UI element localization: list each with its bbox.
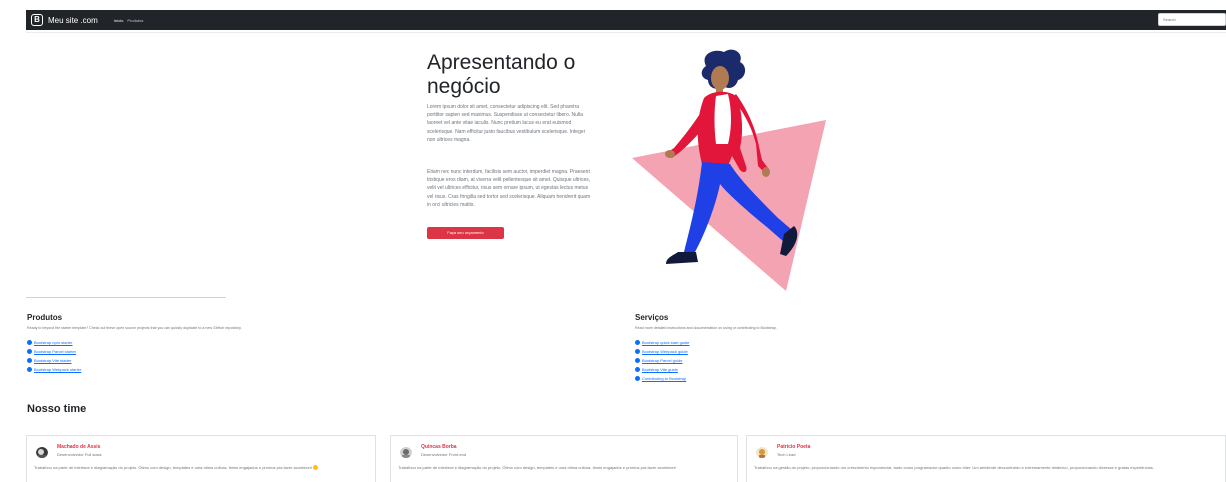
left-shoe — [666, 252, 698, 264]
avatar-photo-icon — [400, 447, 412, 458]
section-divider — [26, 297, 226, 298]
navbar: B Meu site .com Início Produtos — [26, 10, 1226, 30]
avatar-photo-icon — [36, 447, 48, 458]
services-title: Serviços — [635, 313, 669, 322]
page: B Meu site .com Início Produtos Apresent… — [0, 0, 1226, 482]
product-link[interactable]: Bootstrap Parcel starter — [34, 349, 76, 354]
list-item[interactable]: Bootstrap Vite guide — [635, 365, 689, 374]
arrow-circle-icon — [635, 367, 640, 372]
list-item[interactable]: Bootstrap Webpack starter — [27, 365, 81, 374]
avatar — [36, 446, 48, 458]
white-shirt — [714, 94, 731, 144]
products-link-list: Bootstrap npm starter Bootstrap Parcel s… — [27, 338, 81, 374]
list-item[interactable]: Contributing to Bootstrap — [635, 374, 689, 383]
arrow-circle-icon — [27, 340, 32, 345]
quote-button[interactable]: Faça seu orçamento — [427, 227, 504, 239]
list-item[interactable]: Bootstrap npm starter — [27, 338, 81, 347]
hero-paragraph-1: Lorem ipsum dolor sit amet, consectetur … — [427, 104, 586, 143]
list-item[interactable]: Bootstrap Vite starter — [27, 356, 81, 365]
brand[interactable]: B Meu site .com — [31, 14, 98, 26]
header-divider — [26, 32, 1226, 33]
team-title: Nosso time — [27, 403, 87, 415]
products-title: Produtos — [27, 313, 63, 322]
brand-name: Meu site .com — [48, 15, 98, 25]
avatar — [400, 446, 412, 458]
member-role: Tech Lead — [777, 452, 796, 457]
list-item[interactable]: Bootstrap Webpack guide — [635, 347, 689, 356]
walking-person-illustration — [632, 49, 826, 291]
avatar — [756, 446, 768, 458]
product-link[interactable]: Bootstrap Webpack starter — [34, 367, 81, 372]
list-item[interactable]: Bootstrap Parcel guide — [635, 356, 689, 365]
member-bio: Trabalhou na parte de interface e diagra… — [34, 465, 368, 471]
right-hand — [762, 167, 770, 177]
nav-links: Início Produtos — [114, 18, 148, 23]
member-name: Quincas Borba — [421, 444, 457, 450]
left-hand — [665, 150, 675, 158]
nav-link-produtos[interactable]: Produtos — [127, 18, 143, 23]
hero-paragraph-2: Etiam nec nunc interdum, facilisis sem a… — [427, 169, 591, 208]
member-bio: Trabalhou na parte de interface e diagra… — [398, 465, 677, 470]
arrow-circle-icon — [635, 349, 640, 354]
nav-link-inicio[interactable]: Início — [114, 18, 124, 23]
team-card: Quincas Borba Desenvolvedor Front-end Tr… — [390, 435, 738, 482]
search-input[interactable] — [1158, 13, 1226, 26]
arrow-circle-icon — [27, 367, 32, 372]
arrow-circle-icon — [635, 358, 640, 363]
product-link[interactable]: Bootstrap Vite starter — [34, 358, 72, 363]
service-link[interactable]: Contributing to Bootstrap — [642, 376, 686, 381]
avatar-photo-icon — [756, 447, 768, 458]
list-item[interactable]: Bootstrap Parcel starter — [27, 347, 81, 356]
products-description: Ready to beyond the starter template? Ch… — [27, 326, 242, 330]
arrow-circle-icon — [27, 349, 32, 354]
product-link[interactable]: Bootstrap npm starter — [34, 340, 72, 345]
service-link[interactable]: Bootstrap quick start guide — [642, 340, 689, 345]
member-name: Patrício Poeta — [777, 444, 811, 450]
arrow-circle-icon — [635, 376, 640, 381]
member-role: Desenvolvedor Front-end — [421, 452, 467, 457]
hero-title: Apresentando o negócio — [427, 51, 576, 98]
smile-emoji-icon — [313, 465, 319, 471]
service-link[interactable]: Bootstrap Webpack guide — [642, 349, 688, 354]
arrow-circle-icon — [27, 358, 32, 363]
service-link[interactable]: Bootstrap Parcel guide — [642, 358, 682, 363]
team-card: Patrício Poeta Tech Lead Trabalhou na ge… — [746, 435, 1226, 482]
bootstrap-logo-icon: B — [31, 14, 43, 26]
team-card: Machado de Assis Desenvolvedor Full stac… — [26, 435, 376, 482]
services-link-list: Bootstrap quick start guide Bootstrap We… — [635, 338, 689, 383]
member-role: Desenvolvedor Full stack — [57, 452, 102, 457]
member-bio: Trabalhou na gestão do projeto, proporci… — [754, 465, 1154, 470]
member-name: Machado de Assis — [57, 444, 101, 450]
member-bio-text: Trabalhou na parte de interface e diagra… — [34, 465, 313, 470]
arrow-circle-icon — [635, 340, 640, 345]
top-strip — [0, 0, 1226, 10]
service-link[interactable]: Bootstrap Vite guide — [642, 367, 678, 372]
list-item[interactable]: Bootstrap quick start guide — [635, 338, 689, 347]
services-description: Read more detailed instructions and docu… — [635, 326, 777, 330]
